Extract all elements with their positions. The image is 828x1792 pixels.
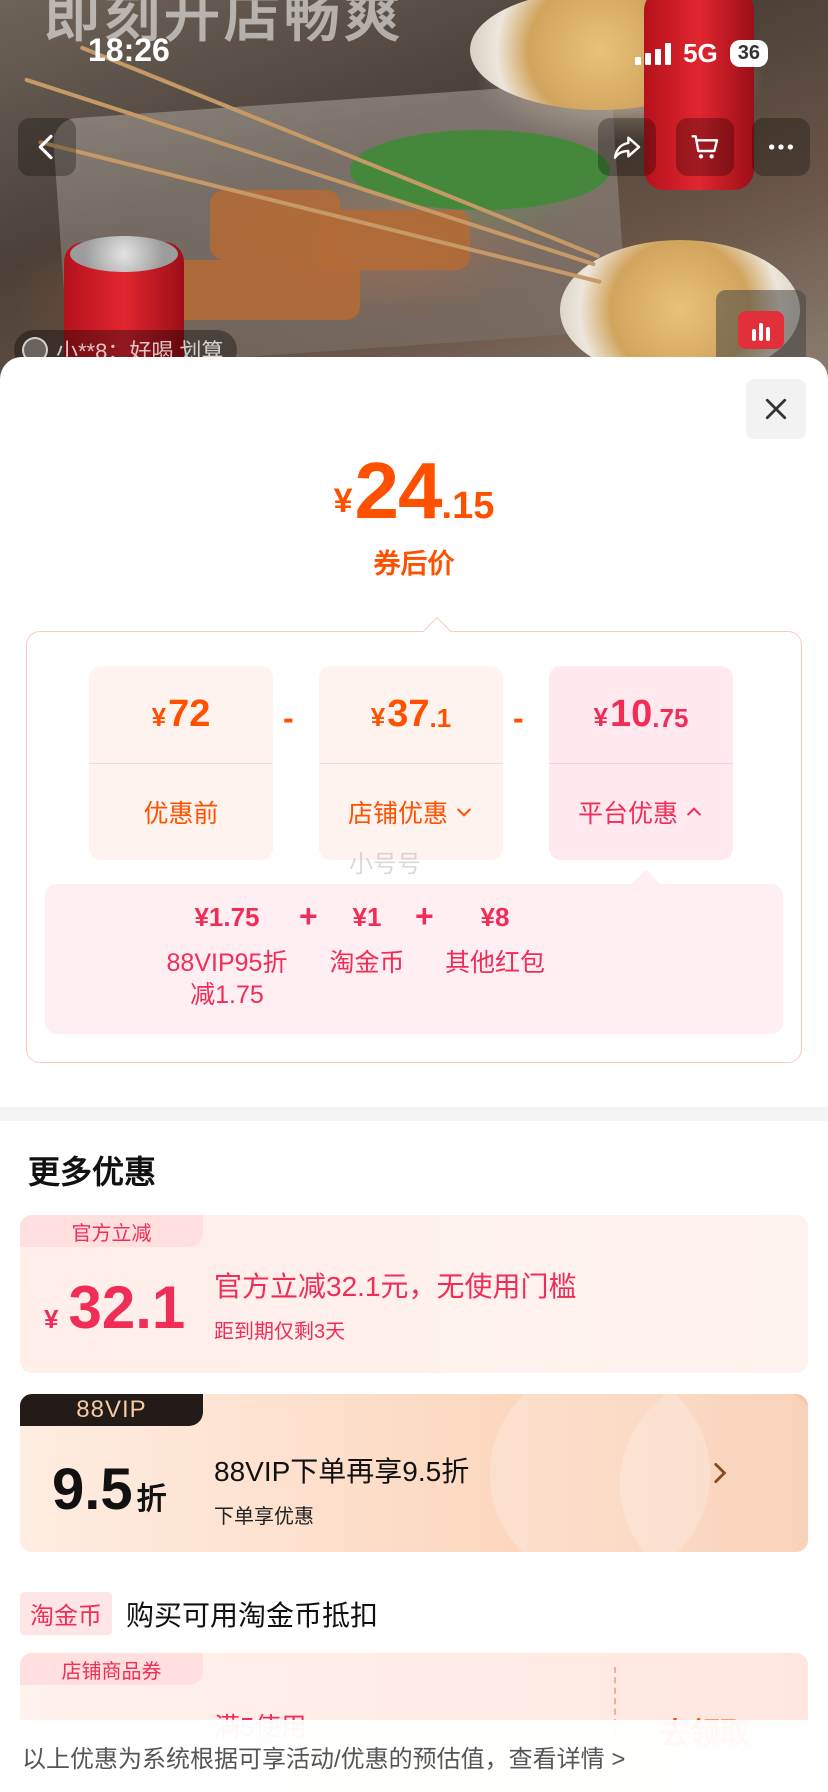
- minus-sign: -: [513, 700, 524, 736]
- vip-sub: 下单享优惠: [214, 1506, 314, 1528]
- chip-original: ¥72 优惠前: [89, 666, 273, 860]
- coin-row: 淘金币 购买可用淘金币抵扣: [20, 1592, 378, 1635]
- chip-label: 平台优惠: [549, 764, 733, 860]
- chip-shop-discount[interactable]: ¥37.1 店铺优惠: [319, 666, 503, 860]
- price-currency: ¥: [333, 482, 353, 520]
- detail-value: ¥1.75: [194, 902, 260, 932]
- discount-sheet: ¥24.15 券后价 ¥72 优惠前 - ¥37.1 店铺优惠 - ¥10.75: [0, 357, 828, 1792]
- chip-currency: ¥: [151, 702, 167, 732]
- detail-coin: ¥1 淘金币: [317, 902, 417, 981]
- more-dots-icon: [769, 144, 793, 150]
- chip-platform-discount[interactable]: ¥10.75 平台优惠: [549, 666, 733, 860]
- official-amount: ¥32.1: [44, 1273, 185, 1342]
- price-decimal: .15: [441, 485, 495, 527]
- chip-integer: 37: [387, 693, 430, 735]
- detail-redpacket: ¥8 其他红包: [435, 902, 555, 981]
- official-expiry: 距到期仅剩3天: [214, 1321, 346, 1343]
- shop-coupon-tag: 店铺商品券: [20, 1653, 203, 1685]
- chip-label-text: 优惠前: [143, 800, 219, 828]
- chip-label: 优惠前: [89, 764, 273, 860]
- network-label: 5G: [683, 38, 718, 68]
- chip-label-text: 平台优惠: [577, 800, 678, 828]
- disclaimer-link[interactable]: 以上优惠为系统根据可享活动/优惠的预估值，查看详情 >: [0, 1720, 828, 1792]
- detail-label-line: 减1.75: [190, 981, 264, 1009]
- chip-integer: 72: [168, 693, 211, 735]
- back-arrow-icon: [38, 134, 53, 160]
- details-notch: [630, 869, 662, 901]
- close-icon: [765, 398, 787, 420]
- can-top: [70, 236, 178, 272]
- detail-label: 淘金币: [329, 949, 405, 977]
- signal-icon: [635, 42, 672, 65]
- detail-label: 其他红包: [444, 949, 545, 977]
- detail-label-line: 88VIP95折: [166, 949, 288, 977]
- price-integer: 24: [354, 446, 443, 535]
- chip-value: ¥72: [89, 666, 273, 764]
- official-desc: 官方立减32.1元，无使用门槛: [214, 1271, 577, 1302]
- price-breakdown: ¥72 优惠前 - ¥37.1 店铺优惠 - ¥10.75 平台优惠 小号号 ¥…: [26, 616, 802, 1063]
- platform-details: ¥1.75 88VIP95折 减1.75 + ¥1 淘金币 + ¥8 其他红包: [45, 869, 783, 1034]
- chevron-right-icon[interactable]: [706, 1460, 732, 1486]
- vip-desc: 88VIP下单再享9.5折: [214, 1456, 470, 1487]
- chip-currency: ¥: [593, 702, 609, 732]
- vip-tag: 88VIP: [20, 1394, 203, 1426]
- official-tag: 官方立减: [20, 1215, 203, 1247]
- plus-sign: +: [299, 898, 318, 934]
- more-offers-title: 更多优惠: [28, 1154, 157, 1190]
- final-price: ¥24.15: [0, 445, 828, 537]
- cart-icon: [691, 135, 719, 159]
- share-icon: [613, 136, 641, 159]
- coin-text: 购买可用淘金币抵扣: [126, 1599, 379, 1631]
- chip-decimal: .1: [429, 703, 452, 733]
- detail-value: ¥1: [352, 902, 382, 932]
- vip-unit: 折: [136, 1483, 167, 1516]
- official-currency: ¥: [44, 1304, 59, 1334]
- meat-3: [160, 260, 360, 320]
- detail-vip: ¥1.75 88VIP95折 减1.75: [157, 902, 297, 1013]
- vip-amount: 9.5 折: [52, 1456, 167, 1523]
- chevron-up-icon: [687, 807, 701, 816]
- vip-discount-card[interactable]: 88VIP 9.5 折 88VIP下单再享9.5折 下单享优惠: [20, 1394, 808, 1552]
- share-button[interactable]: [598, 118, 656, 176]
- price-label: 券后价: [373, 549, 455, 579]
- back-button[interactable]: [18, 118, 76, 176]
- chip-integer: 10: [610, 693, 653, 735]
- plus-sign: +: [415, 898, 434, 934]
- detail-label: 88VIP95折 减1.75: [157, 945, 297, 1013]
- breakdown-notch: [422, 616, 452, 646]
- section-divider: [0, 1107, 828, 1121]
- chip-value: ¥37.1: [319, 666, 503, 764]
- official-value: 32.1: [68, 1274, 186, 1341]
- detail-value: ¥8: [480, 902, 510, 932]
- minus-sign: -: [283, 700, 294, 736]
- chip-currency: ¥: [370, 702, 386, 732]
- coin-tag: 淘金币: [20, 1592, 112, 1635]
- close-button[interactable]: [746, 379, 806, 439]
- battery-icon: 36: [729, 40, 768, 67]
- chip-decimal: .75: [652, 703, 689, 733]
- official-discount-card[interactable]: 官方立减 ¥32.1 官方立减32.1元，无使用门槛 距到期仅剩3天: [20, 1215, 808, 1373]
- cart-button[interactable]: [676, 118, 734, 176]
- vip-value: 9.5: [52, 1457, 133, 1522]
- status-bar-right: 5G 36: [635, 38, 768, 69]
- more-button[interactable]: [752, 118, 810, 176]
- chevron-down-icon: [457, 808, 471, 817]
- product-photo: 即刻开店畅爽 18:26 5G 36 小**8：好喝 划算: [0, 0, 828, 380]
- chip-label-text: 店铺优惠: [347, 800, 448, 828]
- chip-value: ¥10.75: [549, 666, 733, 764]
- watermark: 小号号: [349, 851, 421, 878]
- status-time: 18:26: [88, 32, 170, 68]
- live-icon: [738, 311, 784, 349]
